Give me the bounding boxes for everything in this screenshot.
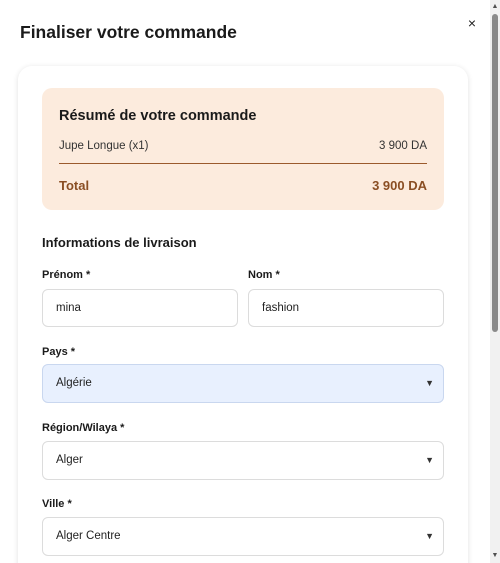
scroll-thumb[interactable] bbox=[492, 14, 498, 332]
total-label: Total bbox=[59, 178, 90, 193]
chevron-down-icon: ▼ bbox=[425, 455, 434, 465]
city-select[interactable]: Alger Centre ▼ bbox=[42, 517, 444, 556]
last-name-input[interactable]: fashion bbox=[248, 289, 444, 327]
order-summary: Résumé de votre commande Jupe Longue (x1… bbox=[42, 88, 444, 210]
summary-item-name: Jupe Longue (x1) bbox=[59, 140, 149, 152]
country-label: Pays * bbox=[42, 346, 76, 358]
chevron-down-icon: ▼ bbox=[425, 378, 434, 388]
region-select[interactable]: Alger ▼ bbox=[42, 441, 444, 480]
region-select-value: Alger bbox=[56, 454, 83, 466]
close-icon: × bbox=[467, 15, 477, 31]
region-label: Région/Wilaya * bbox=[42, 422, 125, 434]
checkout-card: Résumé de votre commande Jupe Longue (x1… bbox=[18, 66, 468, 563]
scroll-down-arrow-icon[interactable]: ▼ bbox=[490, 551, 500, 561]
close-button[interactable]: × bbox=[463, 14, 481, 32]
last-name-label: Nom * bbox=[248, 269, 280, 281]
shipping-section-title: Informations de livraison bbox=[42, 235, 197, 250]
city-label: Ville * bbox=[42, 498, 72, 510]
first-name-label: Prénom * bbox=[42, 269, 91, 281]
country-select-value: Algérie bbox=[56, 377, 92, 389]
chevron-down-icon: ▼ bbox=[425, 531, 434, 541]
summary-divider bbox=[59, 163, 427, 164]
summary-title: Résumé de votre commande bbox=[59, 108, 257, 124]
first-name-input[interactable]: mina bbox=[42, 289, 238, 327]
modal-title: Finaliser votre commande bbox=[20, 22, 237, 42]
scroll-up-arrow-icon[interactable]: ▲ bbox=[490, 2, 500, 12]
city-select-value: Alger Centre bbox=[56, 530, 121, 542]
modal-header: Finaliser votre commande bbox=[0, 0, 490, 66]
summary-item-price: 3 900 DA bbox=[379, 140, 427, 152]
country-select[interactable]: Algérie ▼ bbox=[42, 364, 444, 403]
scrollbar[interactable]: ▲ ▼ bbox=[490, 0, 500, 563]
total-value: 3 900 DA bbox=[372, 178, 427, 193]
